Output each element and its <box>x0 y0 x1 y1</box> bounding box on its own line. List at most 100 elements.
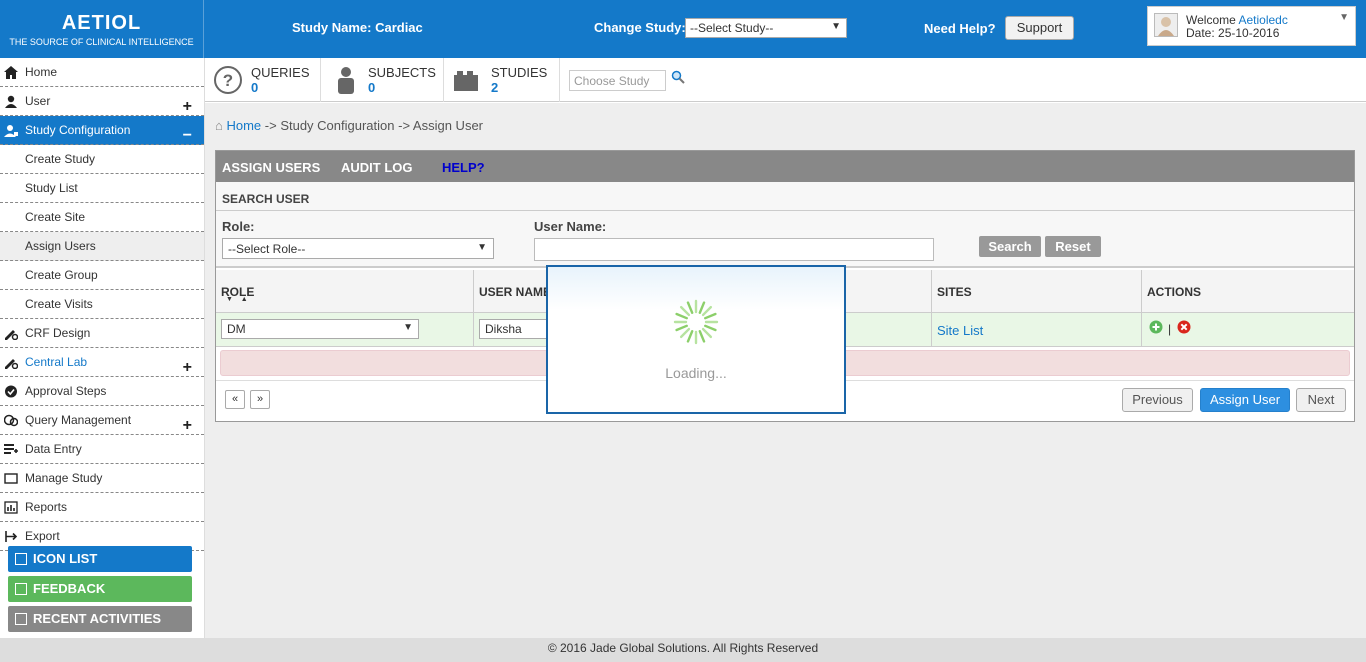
stat-queries[interactable]: ? QUERIES 0 <box>205 58 321 102</box>
envelope-icon <box>15 583 27 595</box>
feedback-button[interactable]: FEEDBACK <box>8 576 192 602</box>
user-menu[interactable]: Welcome Aetioledc Date: 25-10-2016 ▼ <box>1147 6 1356 46</box>
first-page-button[interactable]: « <box>225 390 245 409</box>
welcome-text: Welcome Aetioledc <box>1186 13 1288 27</box>
cell-role: DM ▼ <box>216 313 474 347</box>
row-role-select[interactable]: DM ▼ <box>221 319 419 339</box>
change-study-value: --Select Study-- <box>690 21 774 35</box>
sort-arrows-icon[interactable]: ▼ ▲ <box>226 296 248 303</box>
subjects-label: SUBJECTS <box>368 65 436 80</box>
sidebar-item-label: Create Visits <box>25 297 93 311</box>
logo[interactable]: AETIOL THE SOURCE OF CLINICAL INTELLIGEN… <box>0 0 204 58</box>
sidebar-item-user[interactable]: User + <box>0 87 204 116</box>
reset-button[interactable]: Reset <box>1045 236 1101 257</box>
column-username-label: USER NAME <box>479 285 552 299</box>
last-page-button[interactable]: » <box>250 390 270 409</box>
choose-study-input[interactable]: Choose Study <box>569 70 666 91</box>
sidebar-item-label: Create Group <box>25 268 98 282</box>
logo-tagline: THE SOURCE OF CLINICAL INTELLIGENCE <box>9 37 194 47</box>
support-button[interactable]: Support <box>1005 16 1074 40</box>
loading-dialog: Loading... <box>546 265 846 414</box>
row-role-value: DM <box>227 322 246 336</box>
sidebar-item-study-list[interactable]: Study List <box>0 174 204 203</box>
sidebar-item-create-site[interactable]: Create Site <box>0 203 204 232</box>
assign-user-button[interactable]: Assign User <box>1200 388 1290 412</box>
tab-assign-users[interactable]: ASSIGN USERS <box>222 160 320 175</box>
reports-icon <box>4 501 18 514</box>
divider <box>216 210 1354 211</box>
sidebar-item-create-visits[interactable]: Create Visits <box>0 290 204 319</box>
person-icon <box>338 67 354 94</box>
sidebar-item-study-configuration[interactable]: Study Configuration − <box>0 116 204 145</box>
icon-list-button[interactable]: ICON LIST <box>8 546 192 572</box>
tab-help[interactable]: HELP? <box>442 160 485 175</box>
chevron-down-icon: ▼ <box>403 322 413 333</box>
sidebar-item-home[interactable]: Home <box>0 58 204 87</box>
need-help-label: Need Help? <box>924 21 996 36</box>
sidebar-item-crf-design[interactable]: CRF Design <box>0 319 204 348</box>
sidebar-item-central-lab[interactable]: Central Lab + <box>0 348 204 377</box>
search-button[interactable]: Search <box>979 236 1041 257</box>
sidebar-item-query-management[interactable]: Query Management + <box>0 406 204 435</box>
site-list-link[interactable]: Site List <box>937 323 983 338</box>
loading-text: Loading... <box>665 365 727 381</box>
sidebar-item-manage-study[interactable]: Manage Study <box>0 464 204 493</box>
sidebar-item-label: Create Study <box>25 152 96 166</box>
subjects-count: 0 <box>368 80 376 95</box>
footer: © 2016 Jade Global Solutions. All Rights… <box>0 638 1366 662</box>
search-user-section: SEARCH USER Role: --Select Role-- ▼ User… <box>216 182 1354 268</box>
tab-audit-log[interactable]: AUDIT LOG <box>341 160 413 175</box>
sidebar-item-label: Assign Users <box>25 239 96 253</box>
queries-count: 0 <box>251 80 259 95</box>
sidebar-item-label: CRF Design <box>25 326 91 340</box>
delete-icon[interactable] <box>1177 320 1191 334</box>
sidebar-item-create-study[interactable]: Create Study <box>0 145 204 174</box>
window-icon <box>4 473 18 484</box>
sidebar-item-reports[interactable]: Reports <box>0 493 204 522</box>
queries-label: QUERIES <box>251 65 310 80</box>
document-icon <box>15 613 27 625</box>
change-study-label: Change Study: <box>594 20 686 35</box>
recent-activities-label: RECENT ACTIVITIES <box>33 611 162 626</box>
action-separator: | <box>1168 322 1172 336</box>
sidebar-item-assign-users[interactable]: Assign Users <box>0 232 204 261</box>
sidebar-item-data-entry[interactable]: Data Entry <box>0 435 204 464</box>
search-icon[interactable] <box>671 70 685 84</box>
sidebar-item-label: Approval Steps <box>25 384 107 398</box>
sidebar-item-label: Data Entry <box>25 442 82 456</box>
question-icon: ? <box>214 66 242 94</box>
sidebar-item-create-group[interactable]: Create Group <box>0 261 204 290</box>
username-input[interactable] <box>534 238 934 261</box>
cell-actions: | <box>1142 313 1354 347</box>
breadcrumb-home[interactable]: Home <box>226 118 261 133</box>
stat-subjects[interactable]: SUBJECTS 0 <box>321 58 444 102</box>
role-select[interactable]: --Select Role-- ▼ <box>222 238 494 259</box>
home-icon: ⌂ <box>215 118 223 133</box>
avatar <box>1154 13 1178 37</box>
panel-tabs: ASSIGN USERS AUDIT LOG HELP? <box>216 151 1354 182</box>
column-sites: SITES <box>932 270 1142 313</box>
breadcrumb: ⌂ Home -> Study Configuration -> Assign … <box>215 118 483 133</box>
column-actions: ACTIONS <box>1142 270 1354 313</box>
role-select-value: --Select Role-- <box>228 242 306 256</box>
svg-text:?: ? <box>223 71 233 90</box>
pencil-gear-icon <box>5 359 18 369</box>
study-config-icon <box>4 125 18 137</box>
cell-sites: Site List <box>932 313 1142 347</box>
recent-activities-button[interactable]: RECENT ACTIVITIES <box>8 606 192 632</box>
studies-label: STUDIES <box>491 65 548 80</box>
next-button[interactable]: Next <box>1296 388 1346 412</box>
query-icon <box>4 414 18 427</box>
role-label: Role: <box>222 219 255 234</box>
change-study-select[interactable]: --Select Study-- ▼ <box>685 18 847 38</box>
column-sites-label: SITES <box>937 285 972 299</box>
user-icon <box>5 95 17 108</box>
stats-bar: ? QUERIES 0 SUBJECTS 0 STUDIES 2 Choose … <box>205 58 1366 102</box>
previous-button[interactable]: Previous <box>1122 388 1193 412</box>
sidebar-item-approval-steps[interactable]: Approval Steps <box>0 377 204 406</box>
column-actions-label: ACTIONS <box>1147 285 1201 299</box>
stat-studies[interactable]: STUDIES 2 <box>444 58 560 102</box>
column-role[interactable]: ROLE ▼ ▲ <box>216 270 474 313</box>
chevron-down-icon[interactable]: ▼ <box>1339 12 1349 23</box>
add-icon[interactable] <box>1149 320 1163 334</box>
